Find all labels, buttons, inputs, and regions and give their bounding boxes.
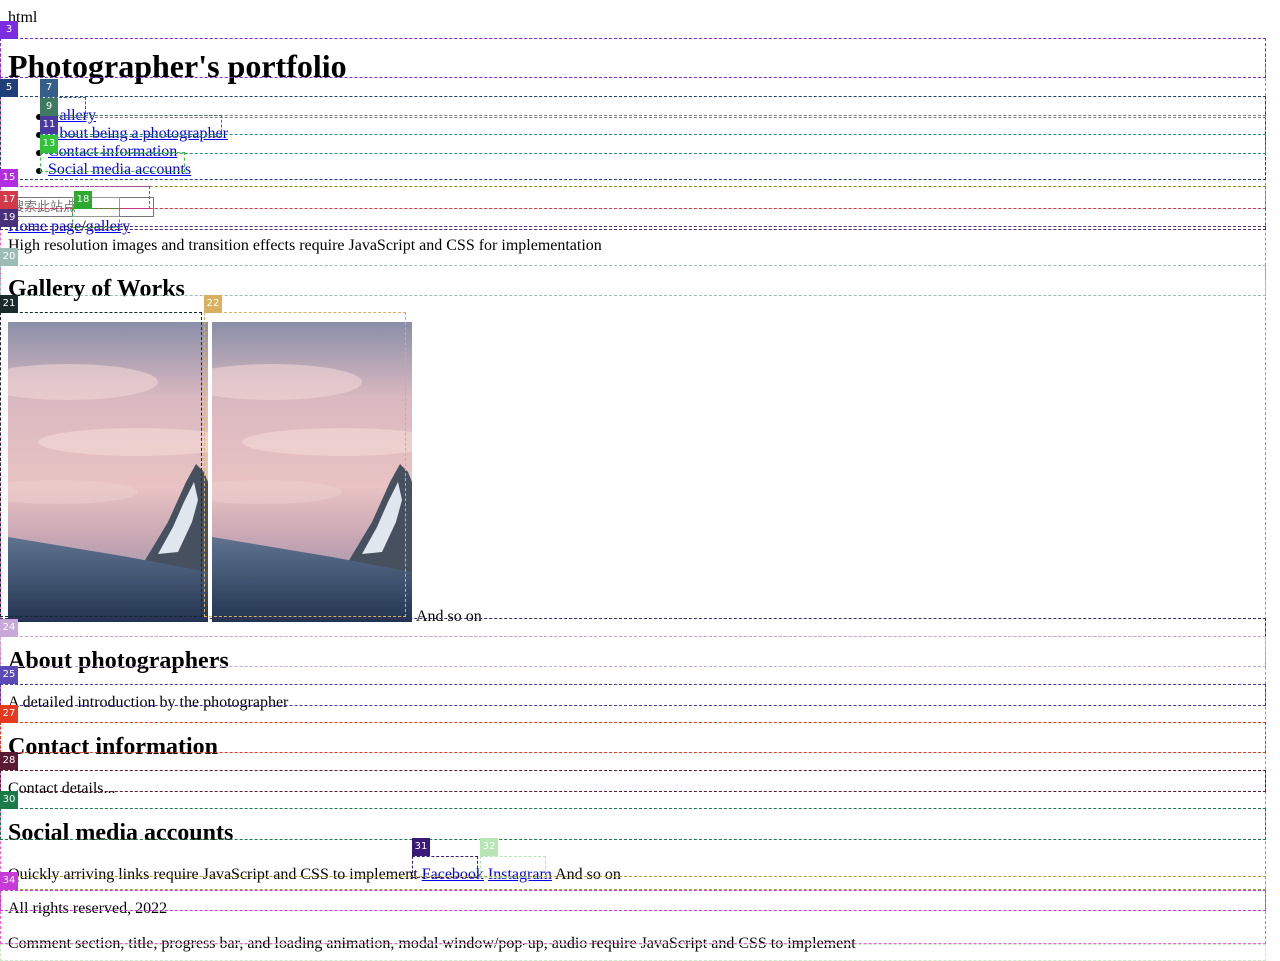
overlay-badge: 32 [480, 838, 498, 856]
gallery-image-2[interactable] [212, 322, 412, 622]
footer-note: Comment section, title, progress bar, an… [8, 935, 856, 952]
overlay-box [0, 770, 1266, 792]
footer-copyright: All rights reserved, 2022 [8, 900, 168, 917]
nav-link-contact[interactable]: Contact information [48, 143, 177, 161]
social-prefix-text: Quickly arriving links require JavaScrip… [8, 866, 418, 883]
gallery-more-text: And so on [416, 608, 482, 625]
overlay-badge: 18 [74, 191, 92, 209]
overlay-badge: 7 [40, 79, 58, 97]
page-title: Photographer's portfolio [8, 48, 347, 84]
overlay-badge: 25 [0, 666, 18, 684]
overlay-box [0, 208, 1266, 230]
overlay-badge: 34 [0, 872, 18, 890]
nav-link-social[interactable]: Social media accounts [48, 161, 191, 179]
overlay-box [0, 265, 1266, 296]
overlay-box [0, 890, 1266, 911]
overlay-badge: 15 [0, 169, 18, 187]
gallery-image-1[interactable] [8, 322, 208, 622]
overlay-badge: 5 [0, 79, 18, 97]
social-suffix-text: And so on [555, 866, 621, 883]
facebook-link[interactable]: Facebook [422, 866, 484, 883]
overlay-badge: 20 [0, 248, 18, 266]
overlay-badge: 13 [40, 135, 58, 153]
nav-link-about[interactable]: About being a photographer [48, 125, 228, 143]
overlay-badge: 22 [204, 295, 222, 313]
overlay-box [0, 186, 1266, 209]
overlay-badge: 30 [0, 791, 18, 809]
about-heading: About photographers [8, 648, 229, 674]
overlay-badge: 11 [40, 116, 58, 134]
nav-bullet [36, 168, 42, 174]
overlay-badge: 17 [0, 191, 18, 209]
instagram-link[interactable]: Instagram [488, 866, 552, 883]
contact-text: Contact details... [8, 780, 116, 797]
overlay-badge: 9 [40, 98, 58, 116]
breadcrumb-home-link[interactable]: Home page [8, 218, 81, 235]
mountain-sunset-photo-icon [212, 322, 412, 622]
overlay-box [40, 115, 1266, 118]
overlay-badge: 24 [0, 619, 18, 637]
overlay-box [0, 226, 1266, 230]
overlay-badge: 21 [0, 295, 18, 313]
social-line: Quickly arriving links require JavaScrip… [8, 866, 621, 884]
about-text: A detailed introduction by the photograp… [8, 694, 289, 711]
overlay-badge: 27 [0, 705, 18, 723]
gallery-heading: Gallery of Works [8, 276, 185, 302]
overlay-badge: 28 [0, 752, 18, 770]
breadcrumb-current-link[interactable]: gallery [86, 218, 130, 235]
social-heading: Social media accounts [8, 820, 234, 846]
overlay-badge: 19 [0, 209, 18, 227]
contact-heading: Contact information [8, 734, 218, 760]
overlay-badge: 31 [412, 838, 430, 856]
notice-text: High resolution images and transition ef… [8, 237, 602, 254]
mountain-sunset-photo-icon [8, 322, 208, 622]
overlay-badge: 3 [0, 21, 18, 39]
breadcrumb: Home page/gallery [8, 218, 130, 236]
